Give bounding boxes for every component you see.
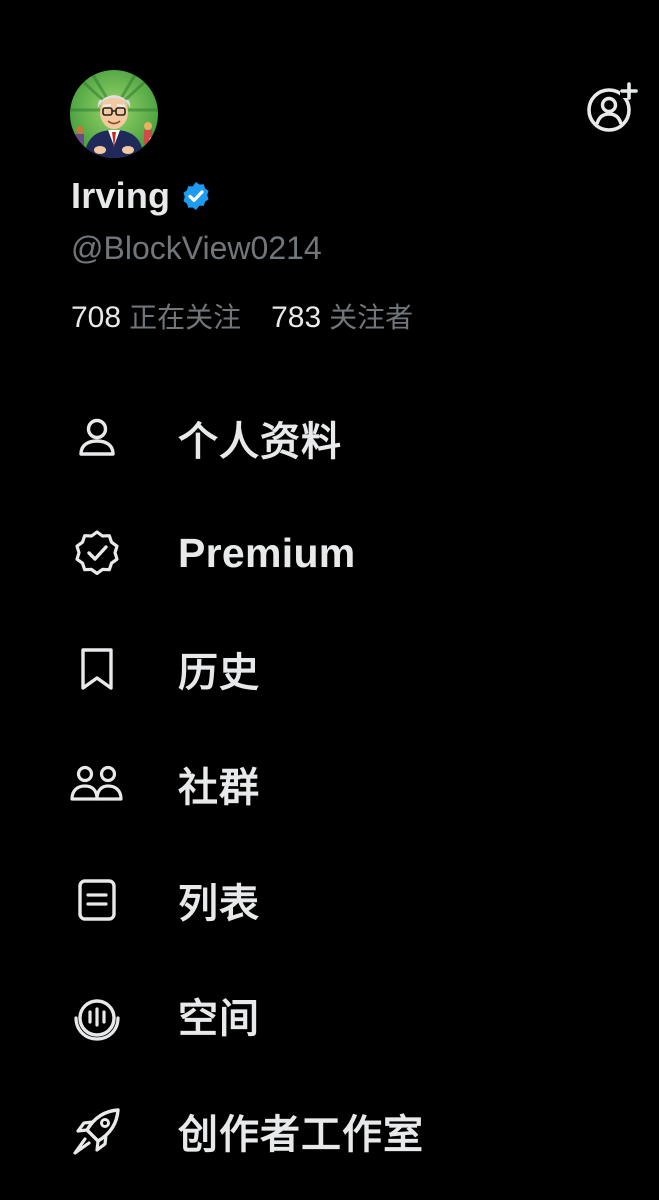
people-icon <box>70 766 123 801</box>
avatar-icon <box>70 70 158 158</box>
menu-label-creator-studio: 创作者工作室 <box>178 1111 424 1158</box>
followers-link[interactable]: 783 关注者 <box>271 296 413 336</box>
menu-label-spaces: 空间 <box>178 996 260 1043</box>
premium-badge-icon <box>75 530 119 576</box>
menu-item-creator-studio[interactable]: 创作者工作室 <box>0 1073 659 1189</box>
display-name: Irving <box>71 175 171 216</box>
add-account-button[interactable] <box>584 80 640 136</box>
follow-stats: 708 正在关注 783 关注者 <box>71 296 443 336</box>
drawer-menu: 个人资料 Premium 历史 社群 列表 空间 创作者工作室 <box>0 380 659 1189</box>
avatar[interactable] <box>70 70 158 158</box>
spaces-icon <box>74 999 120 1041</box>
followers-label: 关注者 <box>329 301 414 334</box>
verified-badge-icon <box>183 182 209 210</box>
menu-item-profile[interactable]: 个人资料 <box>0 380 659 496</box>
menu-label-history: 历史 <box>178 649 260 696</box>
menu-item-spaces[interactable]: 空间 <box>0 958 659 1074</box>
following-count: 708 <box>71 301 122 334</box>
bookmark-icon <box>81 648 113 690</box>
menu-item-history[interactable]: 历史 <box>0 611 659 727</box>
menu-label-premium: Premium <box>178 529 356 576</box>
following-link[interactable]: 708 正在关注 <box>71 296 241 336</box>
menu-item-premium[interactable]: Premium <box>0 496 659 612</box>
list-icon <box>78 879 116 921</box>
following-label: 正在关注 <box>129 301 242 334</box>
display-name-row[interactable]: Irving <box>71 172 212 220</box>
rocket-icon <box>73 1108 120 1155</box>
followers-count: 783 <box>271 301 322 334</box>
add-account-icon <box>587 82 638 132</box>
person-icon <box>79 418 115 456</box>
user-handle[interactable]: @BlockView0214 <box>71 230 322 267</box>
menu-label-communities: 社群 <box>178 765 260 812</box>
menu-label-lists: 列表 <box>178 880 260 927</box>
menu-item-lists[interactable]: 列表 <box>0 842 659 958</box>
menu-label-profile: 个人资料 <box>178 418 342 465</box>
menu-item-communities[interactable]: 社群 <box>0 727 659 843</box>
